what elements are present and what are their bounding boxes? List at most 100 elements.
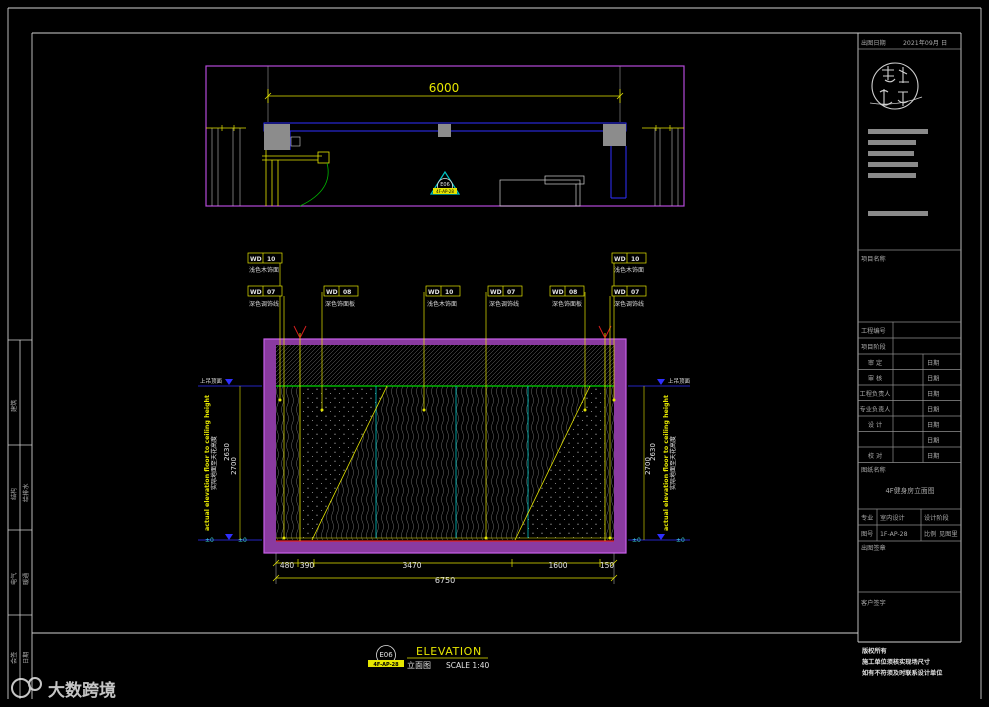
tag-material: 浅色木饰面 xyxy=(427,300,457,308)
floor-plan-view: 6000 E06 4F-AP-28 xyxy=(205,65,685,207)
strip-label: 给排水 xyxy=(22,483,30,502)
floor-level-label: ±0 xyxy=(632,537,641,544)
tag-material: 深色饰面板 xyxy=(325,300,355,308)
height-dim-b: 2700 xyxy=(644,457,652,475)
approval-date: 日期 xyxy=(927,406,939,414)
strip-label: 日期 xyxy=(22,652,30,664)
dim-segment: 390 xyxy=(300,561,315,570)
watermark-logo-icon xyxy=(11,678,31,698)
right-column-panel xyxy=(605,386,614,540)
watermark: 大数跨境 xyxy=(11,677,116,701)
elevation-view: WD 10 浅色木饰面 WD 07 深色调饰线 WD 08 深色饰面板 WD 1… xyxy=(198,252,691,670)
tag-number: 07 xyxy=(631,289,639,296)
dim-segment: 150 xyxy=(600,561,615,570)
tag-material: 深色调饰线 xyxy=(614,300,644,308)
discipline-label: 专业 xyxy=(861,514,873,522)
project-no-label: 工程编号 xyxy=(861,327,886,335)
structural-columns xyxy=(264,124,626,150)
dim-segment: 480 xyxy=(280,561,295,570)
tag-number: 08 xyxy=(343,289,351,296)
floor-level-label: ±0 xyxy=(676,537,685,544)
approval-role: 校 对 xyxy=(868,452,882,460)
copyright-note: 版权所有 xyxy=(861,647,887,655)
strip-label: 建筑 xyxy=(10,399,18,412)
view-sheet: 4F-AP-28 xyxy=(373,662,399,668)
scale-label: 比例 xyxy=(924,530,936,538)
tag-material: 深色调饰线 xyxy=(249,300,279,308)
watermark-text: 大数跨境 xyxy=(48,680,116,701)
tag-number: 07 xyxy=(267,289,275,296)
tag-number: 10 xyxy=(267,256,275,263)
door-swing-arc xyxy=(299,162,329,207)
tag-code: WD xyxy=(250,289,262,296)
height-dim-b: 2700 xyxy=(230,457,238,475)
tag-code: WD xyxy=(552,289,564,296)
floor-level-label: ±0 xyxy=(205,537,214,544)
contact-note: 如有不符须及时联系设计单位 xyxy=(862,669,943,677)
redacted-company-info xyxy=(868,129,928,216)
client-signature-label: 客户签字 xyxy=(861,599,886,607)
tag-number: 08 xyxy=(569,289,577,296)
width-dimensions: 480 390 3470 1600 150 6750 xyxy=(272,553,618,585)
marker-sheet: 4F-AP-28 xyxy=(436,189,454,194)
discipline-value: 室内设计 xyxy=(880,514,905,522)
tag-material: 深色调饰线 xyxy=(489,300,519,308)
approval-role: 审 核 xyxy=(868,375,882,383)
date-label: 出图日期 xyxy=(861,39,886,47)
tag-number: 10 xyxy=(445,289,453,296)
title-block: 出图日期 2021年09月 日 项目名称 工程编号 项目阶段 审 定 日期 审 … xyxy=(858,39,961,677)
stage-label: 设计阶段 xyxy=(924,514,949,522)
date-value: 2021年09月 日 xyxy=(903,39,947,47)
plan-width-label: 6000 xyxy=(429,81,460,95)
tag-code: WD xyxy=(490,289,502,296)
view-scale: SCALE 1:40 xyxy=(446,661,489,670)
tag-code: WD xyxy=(326,289,338,296)
tag-code: WD xyxy=(250,256,262,263)
left-column-panel xyxy=(276,386,300,540)
sheet-number: 1F-AP-28 xyxy=(880,531,908,538)
approval-date: 日期 xyxy=(927,452,939,460)
left-height-annotation: 上吊顶面 ±0 ±0 2630 2700 actual elevation fl… xyxy=(198,377,262,544)
dim-segment: 3470 xyxy=(402,561,421,570)
left-signoff-strip: 建筑 结构 给排水 电气 暖通 会签 日期 xyxy=(8,339,32,699)
strip-label: 电气 xyxy=(10,573,18,585)
tag-code: WD xyxy=(428,289,440,296)
dim-total: 6750 xyxy=(435,576,455,585)
tag-code: WD xyxy=(614,289,626,296)
height-note-en: actual elevation floor to ceiling height xyxy=(663,395,670,531)
site-check-note: 施工单位须核实现场尺寸 xyxy=(862,658,931,666)
view-name-en: ELEVATION xyxy=(416,645,482,658)
floor-level-label: ±0 xyxy=(238,537,247,544)
approval-role: 设 计 xyxy=(868,421,882,429)
drawing-name: 4F健身房立面图 xyxy=(885,486,934,495)
switch-box xyxy=(290,136,301,147)
right-height-annotation: 上吊顶面 ±0 ±0 2630 2700 actual elevation fl… xyxy=(628,377,691,544)
approval-role: 专业负责人 xyxy=(860,406,891,414)
dim-segment: 1600 xyxy=(548,561,567,570)
view-name-cn: 立面图 xyxy=(407,660,431,670)
strip-label: 会签 xyxy=(10,652,18,664)
approval-date: 日期 xyxy=(927,390,939,398)
studio-logo xyxy=(869,62,923,110)
approval-date: 日期 xyxy=(927,421,939,429)
drawing-name-label: 图纸名称 xyxy=(861,466,886,474)
approval-role: 审 定 xyxy=(868,359,882,367)
tag-number: 10 xyxy=(631,256,639,263)
sheet-label: 图号 xyxy=(861,531,873,538)
tag-material: 浅色木饰面 xyxy=(249,266,279,274)
approval-date: 日期 xyxy=(927,375,939,383)
approval-date: 日期 xyxy=(927,359,939,367)
tag-material: 浅色木饰面 xyxy=(614,266,644,274)
height-note-cn: 实际地面至天花高度 xyxy=(210,436,218,490)
project-name-label: 项目名称 xyxy=(861,255,886,263)
seal-label: 出图签章 xyxy=(861,544,886,552)
ceiling-level-label: 上吊顶面 xyxy=(668,377,691,385)
elevation-marker: E06 4F-AP-28 xyxy=(429,170,461,195)
tag-material: 深色饰面板 xyxy=(552,300,582,308)
section-hooks xyxy=(293,325,612,339)
strip-label: 结构 xyxy=(10,488,18,500)
cad-drawing-canvas: 建筑 结构 给排水 电气 暖通 会签 日期 6000 E06 4F-AP-28 … xyxy=(7,7,982,701)
project-stage-label: 项目阶段 xyxy=(861,343,886,351)
ceiling-band xyxy=(276,345,614,386)
door xyxy=(262,150,330,206)
